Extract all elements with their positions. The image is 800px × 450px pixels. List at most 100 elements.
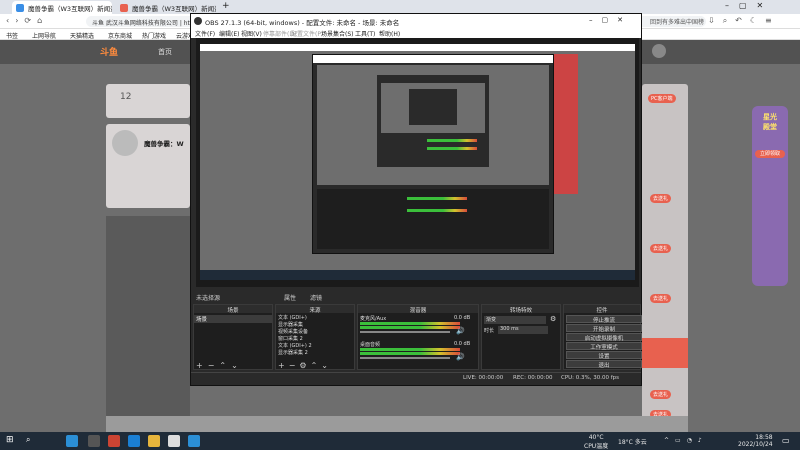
streamer-avatar[interactable] bbox=[112, 130, 138, 156]
bookmark-item[interactable]: 天猫精选 bbox=[70, 31, 94, 40]
duration-label: 时长 bbox=[484, 328, 495, 334]
mixer-channel-name: 桌面音频 bbox=[360, 342, 381, 348]
scene-item[interactable]: 场景 bbox=[194, 315, 272, 323]
cpu-temp-widget: 40°C CPU温度 bbox=[584, 434, 608, 450]
bookmark-item[interactable]: 京东商城 bbox=[108, 31, 132, 40]
start-icon[interactable]: ⊞ bbox=[6, 435, 14, 445]
site-label: 回到有多难出中国榜 bbox=[650, 19, 705, 26]
live-status: LIVE: 00:00:00 bbox=[463, 375, 504, 381]
preview-taskbar bbox=[200, 270, 635, 280]
browser-tab-active[interactable]: 魔兽争霸（W3互联网）新闻资讯 bbox=[12, 1, 112, 14]
search-icon[interactable]: ⌕ bbox=[26, 435, 30, 445]
bookmark-item[interactable]: 书签 bbox=[6, 31, 18, 40]
weather-widget[interactable]: 18°C 多云 bbox=[618, 437, 647, 446]
source-item[interactable]: 显示器采集 bbox=[278, 322, 312, 329]
transition-select[interactable]: 渐变 bbox=[484, 316, 546, 324]
streamer-name: 魔兽争霸：W bbox=[144, 140, 184, 148]
volume-slider[interactable] bbox=[360, 357, 450, 359]
scenes-dock: 场景 场景 +−⌃⌄ bbox=[193, 304, 273, 370]
windows-taskbar: ⊞ ⌕ 40°C CPU温度 18°C 多云 ^▭◔♪ 18:58 2022/1… bbox=[0, 432, 800, 450]
mixer-channel-db: 0.0 dB bbox=[454, 315, 471, 321]
source-item[interactable]: 文本 (GDI+) 2 bbox=[278, 343, 312, 350]
gift-button[interactable]: 去送礼 bbox=[650, 194, 672, 203]
menu-profile[interactable]: 配置文件(P) bbox=[291, 29, 323, 38]
client-button[interactable]: PC客户端 bbox=[648, 94, 676, 103]
menu-file[interactable]: 文件(F) bbox=[195, 29, 215, 38]
right-sidebar: PC客户端 去送礼 去送礼 去送礼 去送礼 去送礼 bbox=[642, 84, 688, 434]
transitions-dock: 转场特效 渐变 ⚙ 时长 300 ms bbox=[481, 304, 561, 370]
date: 2022/10/24 bbox=[738, 441, 773, 448]
source-item[interactable]: 窗口采集 2 bbox=[278, 336, 312, 343]
menu-view[interactable]: 视图(V) bbox=[241, 29, 262, 38]
bookmark-item[interactable]: 热门游戏 bbox=[142, 31, 166, 40]
tray-icons[interactable]: ^▭◔♪ bbox=[664, 437, 708, 444]
preview-obs-3 bbox=[409, 89, 457, 125]
start-recording-button[interactable]: 开始录制 bbox=[566, 324, 642, 333]
gift-button[interactable]: 去送礼 bbox=[650, 390, 672, 399]
dock-title: 控件 bbox=[564, 305, 640, 314]
toolbar-icons[interactable]: ⇩⌕↶☾≡ bbox=[708, 16, 780, 26]
preview-obs-2 bbox=[377, 75, 489, 167]
preview-frame-3 bbox=[381, 83, 485, 133]
browser-icon[interactable] bbox=[188, 435, 200, 447]
menu-edit[interactable]: 编辑(E) bbox=[219, 29, 239, 38]
gift-button[interactable]: 去送礼 bbox=[650, 244, 672, 253]
clock[interactable]: 18:58 2022/10/24 bbox=[738, 434, 773, 448]
notification-icon[interactable]: ▭ bbox=[782, 436, 790, 445]
cpu-status: CPU: 0.3%, 30.00 fps bbox=[561, 375, 620, 381]
volume-slider[interactable] bbox=[360, 331, 450, 333]
dock-title: 转场特效 bbox=[482, 305, 560, 314]
gift-button[interactable]: 去送礼 bbox=[650, 294, 672, 303]
avatar[interactable] bbox=[652, 44, 666, 58]
cpu-temp-value: 40°C bbox=[588, 434, 604, 441]
site-favicon-icon bbox=[120, 4, 128, 12]
source-item[interactable]: 显示器采集 2 bbox=[278, 350, 312, 357]
scene-buttons[interactable]: +−⌃⌄ bbox=[196, 361, 243, 370]
ad-claim-button[interactable]: 立即领取 bbox=[755, 150, 785, 158]
mixer-dock: 混音器 麦克风/Aux 0.0 dB 🔊 桌面音频 0.0 dB 🔊 bbox=[357, 304, 479, 370]
transition-settings-icon[interactable]: ⚙ bbox=[550, 315, 556, 323]
browser-icon[interactable] bbox=[66, 435, 78, 447]
star-hall-ad[interactable]: 星光 殿堂 立即领取 bbox=[752, 106, 788, 286]
stop-streaming-button[interactable]: 停止推流 bbox=[566, 315, 642, 324]
speaker-icon[interactable]: 🔊 bbox=[456, 353, 465, 361]
menu-help[interactable]: 帮助(H) bbox=[379, 29, 400, 38]
no-source-label: 未选择源 bbox=[196, 295, 221, 302]
source-toolbar: 未选择源 属性 滤镜 bbox=[194, 287, 639, 302]
app-icon[interactable] bbox=[128, 435, 140, 447]
app-icon[interactable] bbox=[108, 435, 120, 447]
duration-input[interactable]: 300 ms bbox=[498, 326, 548, 334]
menu-tools[interactable]: 工具(T) bbox=[355, 29, 375, 38]
studio-mode-button[interactable]: 工作室模式 bbox=[566, 342, 642, 351]
obs-preview[interactable] bbox=[196, 38, 639, 287]
window-controls[interactable]: –▢✕ bbox=[725, 1, 773, 10]
settings-button[interactable]: 设置 bbox=[566, 351, 642, 360]
nav-buttons[interactable]: ‹›⟳⌂ bbox=[6, 16, 48, 25]
app-icon[interactable] bbox=[148, 435, 160, 447]
obs-window: OBS 27.1.3 (64-bit, windows) - 配置文件: 未命名… bbox=[190, 13, 642, 386]
rec-status: REC: 00:00:00 bbox=[513, 375, 553, 381]
preview-meter bbox=[427, 139, 477, 142]
source-buttons[interactable]: +−⚙⌃⌄ bbox=[278, 361, 332, 370]
filters-button[interactable]: 滤镜 bbox=[310, 293, 322, 302]
obs-window-controls[interactable]: –▢✕ bbox=[589, 16, 632, 24]
preview-obs-titlebar bbox=[313, 55, 553, 63]
exit-button[interactable]: 退出 bbox=[566, 360, 642, 369]
file-icon[interactable] bbox=[168, 435, 180, 447]
source-item[interactable]: 视频采集设备 bbox=[278, 329, 312, 336]
source-item[interactable]: 文本 (GDI+) bbox=[278, 315, 312, 322]
properties-button[interactable]: 属性 bbox=[284, 293, 296, 302]
menu-scene-collection[interactable]: 场景集合(S) bbox=[321, 29, 354, 38]
mixer-channel-name: 麦克风/Aux bbox=[360, 316, 387, 322]
obs-title: OBS 27.1.3 (64-bit, windows) - 配置文件: 未命名… bbox=[205, 19, 400, 27]
app-icon[interactable] bbox=[88, 435, 100, 447]
bookmark-item[interactable]: 上网导航 bbox=[32, 31, 56, 40]
speaker-icon[interactable]: 🔊 bbox=[456, 327, 465, 335]
volume-meter bbox=[360, 326, 460, 329]
new-tab-button[interactable]: + bbox=[222, 1, 230, 11]
nav-home[interactable]: 首页 bbox=[158, 47, 172, 57]
virtual-camera-button[interactable]: 启动虚拟摄像机 bbox=[566, 333, 642, 342]
site-logo[interactable]: 斗鱼 bbox=[100, 45, 118, 58]
promo-banner[interactable] bbox=[642, 338, 688, 368]
left-panel bbox=[106, 216, 190, 416]
